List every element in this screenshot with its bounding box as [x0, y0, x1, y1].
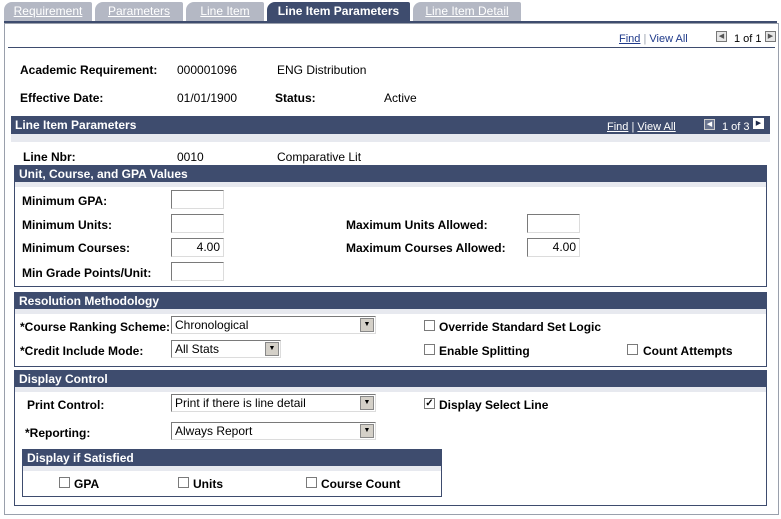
splitting-label: Enable Splitting — [439, 344, 530, 358]
nav-separator: | — [631, 121, 635, 133]
unit-course-gpa-header: Unit, Course, and GPA Values — [15, 166, 766, 182]
minimum-gpa-label: Minimum GPA: — [22, 194, 108, 208]
course-ranking-value: Chronological — [175, 318, 249, 332]
minimum-units-input[interactable] — [171, 214, 224, 233]
reporting-select[interactable]: Always Report ▼ — [171, 422, 376, 440]
section-subbar — [15, 309, 766, 314]
tab-parameters[interactable]: Parameters — [95, 2, 183, 21]
satisfied-units-label: Units — [193, 477, 223, 491]
minimum-units-label: Minimum Units: — [22, 218, 112, 232]
minimum-courses-input[interactable]: 4.00 — [171, 238, 224, 257]
print-control-select[interactable]: Print if there is line detail ▼ — [171, 394, 376, 412]
line-nbr-label: Line Nbr: — [23, 150, 76, 164]
display-if-satisfied-header: Display if Satisfied — [23, 450, 441, 466]
view-all-link[interactable]: View All — [637, 121, 675, 133]
status-value: Active — [384, 91, 417, 105]
maximum-units-label: Maximum Units Allowed: — [346, 218, 488, 232]
min-grade-points-input[interactable] — [171, 262, 224, 281]
course-ranking-label: *Course Ranking Scheme: — [20, 320, 171, 334]
course-ranking-select[interactable]: Chronological ▼ — [171, 316, 376, 334]
nav-separator: | — [643, 33, 647, 45]
chevron-down-icon[interactable]: ▼ — [360, 318, 374, 332]
find-link[interactable]: Find — [607, 121, 628, 133]
print-control-label: Print Control: — [27, 398, 105, 412]
override-label: Override Standard Set Logic — [439, 320, 602, 334]
credit-include-label: *Credit Include Mode: — [20, 344, 144, 358]
chevron-down-icon[interactable]: ▼ — [265, 342, 279, 356]
view-all-link[interactable]: View All — [649, 33, 687, 45]
chevron-down-icon[interactable]: ▼ — [360, 396, 374, 410]
minimum-courses-label: Minimum Courses: — [22, 241, 131, 255]
reporting-label: *Reporting: — [25, 426, 91, 440]
previous-icon[interactable]: ◀ — [704, 119, 715, 130]
check-icon: ✓ — [425, 398, 434, 409]
section-subbar — [23, 466, 441, 471]
count-attempts-checkbox[interactable] — [627, 344, 638, 355]
maximum-courses-input[interactable]: 4.00 — [527, 238, 580, 257]
satisfied-gpa-label: GPA — [74, 477, 100, 491]
satisfied-course-count-checkbox[interactable] — [306, 477, 317, 488]
section-subbar — [15, 182, 766, 187]
resolution-title: Resolution Methodology — [19, 294, 159, 308]
line-item-count: 1 of 3 — [722, 121, 750, 133]
display-select-label: Display Select Line — [439, 398, 549, 412]
tab-requirement[interactable]: Requirement — [4, 2, 92, 21]
section-subbar — [15, 387, 766, 392]
minimum-gpa-input[interactable] — [171, 190, 224, 209]
effective-date-label: Effective Date: — [20, 91, 104, 105]
tab-label: Parameters — [107, 4, 171, 18]
credit-include-select[interactable]: All Stats ▼ — [171, 340, 281, 358]
tab-line-item-parameters[interactable]: Line Item Parameters — [267, 2, 410, 21]
resolution-header: Resolution Methodology — [15, 293, 766, 309]
min-grade-points-label: Min Grade Points/Unit: — [22, 266, 152, 280]
display-control-title: Display Control — [19, 372, 108, 386]
top-nav: Find | View All — [619, 33, 688, 45]
next-icon[interactable]: ▶ — [765, 31, 776, 42]
satisfied-course-count-label: Course Count — [321, 477, 401, 491]
row-count: 1 of 1 — [734, 33, 762, 45]
previous-icon[interactable]: ◀ — [716, 31, 727, 42]
line-item-params-subbar — [11, 134, 770, 142]
find-link[interactable]: Find — [619, 33, 640, 45]
credit-include-value: All Stats — [175, 342, 220, 356]
override-checkbox[interactable] — [424, 320, 435, 331]
status-label: Status: — [275, 91, 316, 105]
effective-date-value: 01/01/1900 — [177, 91, 238, 105]
satisfied-gpa-checkbox[interactable] — [59, 477, 70, 488]
tab-line-item[interactable]: Line Item — [186, 2, 264, 21]
top-divider — [8, 47, 775, 48]
line-nbr-value: 0010 — [177, 150, 204, 164]
line-item-nav: Find | View All — [607, 121, 676, 133]
maximum-units-input[interactable] — [527, 214, 580, 233]
reporting-value: Always Report — [175, 424, 253, 438]
academic-requirement-label: Academic Requirement: — [20, 63, 158, 77]
chevron-down-icon[interactable]: ▼ — [360, 424, 374, 438]
tab-label: Line Item — [200, 4, 250, 18]
tab-label: Requirement — [13, 4, 83, 18]
tab-label: Line Item Detail — [425, 4, 509, 18]
unit-course-gpa-title: Unit, Course, and GPA Values — [19, 167, 188, 181]
print-control-value: Print if there is line detail — [175, 396, 306, 410]
next-icon[interactable]: ▶ — [753, 118, 764, 129]
satisfied-units-checkbox[interactable] — [178, 477, 189, 488]
academic-requirement-value: 000001096 — [177, 63, 238, 77]
line-nbr-desc: Comparative Lit — [277, 150, 362, 164]
display-select-checkbox[interactable]: ✓ — [424, 398, 435, 409]
line-item-params-title: Line Item Parameters — [15, 118, 137, 132]
tab-label: Line Item Parameters — [277, 4, 400, 18]
maximum-courses-label: Maximum Courses Allowed: — [346, 241, 506, 255]
academic-requirement-desc: ENG Distribution — [277, 63, 367, 77]
tab-line-item-detail[interactable]: Line Item Detail — [413, 2, 521, 21]
count-attempts-label: Count Attempts — [643, 344, 733, 358]
display-if-satisfied-title: Display if Satisfied — [27, 451, 134, 465]
display-control-header: Display Control — [15, 371, 766, 387]
splitting-checkbox[interactable] — [424, 344, 435, 355]
